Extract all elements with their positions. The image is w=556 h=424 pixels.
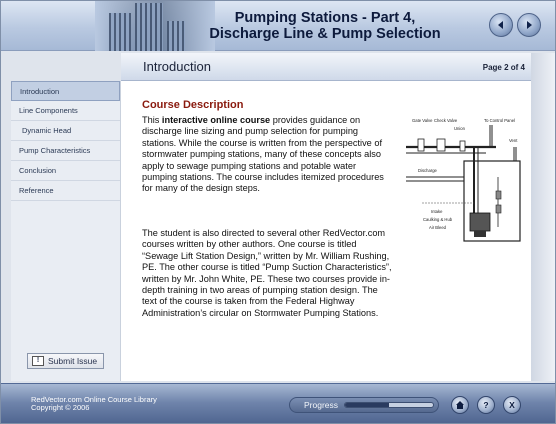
label-union: Union <box>454 126 466 131</box>
label-discharge: Discharge <box>418 168 438 173</box>
label-intake: Intake <box>431 209 443 214</box>
help-button[interactable]: ? <box>477 396 495 414</box>
sidebar-item-introduction[interactable]: Introduction <box>11 81 120 101</box>
footer-copyright: RedVector.com Online Course Library Copy… <box>31 396 157 412</box>
course-title-line2: Discharge Line & Pump Selection <box>209 26 441 42</box>
header: Pumping Stations - Part 4, Discharge Lin… <box>1 1 555 51</box>
footer: RedVector.com Online Course Library Copy… <box>1 383 555 423</box>
right-arrow-icon <box>527 21 532 29</box>
label-caulking: Caulking & Hub <box>423 217 453 222</box>
label-vent: Vent <box>509 138 518 143</box>
para1-bold: interactive online course <box>161 115 271 125</box>
description-paragraph-1: This interactive online course provides … <box>142 115 392 195</box>
sidebar: Introduction Line Components Dynamic Hea… <box>11 81 121 381</box>
pumping-station-diagram: Gate Valve Check Valve Union To Control … <box>406 118 521 242</box>
app-window: Pumping Stations - Part 4, Discharge Lin… <box>0 0 556 424</box>
label-gate-valve: Gate Valve <box>412 118 433 123</box>
home-button[interactable] <box>451 396 469 414</box>
sidebar-item-pump-characteristics[interactable]: Pump Characteristics <box>11 141 120 161</box>
label-check-valve: Check Valve <box>434 118 458 123</box>
course-title: Pumping Stations - Part 4, Discharge Lin… <box>191 10 459 42</box>
home-icon <box>456 401 464 409</box>
sidebar-item-reference[interactable]: Reference <box>11 181 120 201</box>
previous-page-button[interactable] <box>489 13 513 37</box>
course-description-heading: Course Description <box>142 99 244 111</box>
exit-button[interactable]: X <box>503 396 521 414</box>
para1-lead: This <box>142 115 162 125</box>
footer-line2: Copyright © 2006 <box>31 403 90 412</box>
label-air-bleed: Air Bleed <box>429 225 447 230</box>
label-control-panel: To Control Panel <box>484 118 515 123</box>
submit-issue-label: Submit Issue <box>48 356 98 366</box>
progress-track <box>344 402 435 408</box>
progress-label: Progress <box>304 400 339 410</box>
section-bar: Introduction Page 2 of 4 <box>121 53 531 81</box>
sidebar-item-line-components[interactable]: Line Components <box>11 101 120 121</box>
main-content: Course Description This interactive onli… <box>121 81 531 381</box>
right-edge-panel <box>531 53 555 381</box>
para1-rest: provides guidance on discharge line sizi… <box>142 115 384 194</box>
progress-indicator: Progress <box>289 397 439 413</box>
description-paragraph-2: The student is also directed to several … <box>142 228 392 318</box>
page-indicator: Page 2 of 4 <box>482 63 525 72</box>
sidebar-item-conclusion[interactable]: Conclusion <box>11 161 120 181</box>
progress-fill <box>345 403 390 407</box>
submit-issue-button[interactable]: ! Submit Issue <box>27 353 104 369</box>
sidebar-item-dynamic-head[interactable]: Dynamic Head <box>11 121 120 141</box>
course-title-line1: Pumping Stations - Part 4, <box>234 10 416 26</box>
section-title: Introduction <box>143 59 211 74</box>
left-arrow-icon <box>498 21 503 29</box>
alert-icon: ! <box>32 356 44 366</box>
next-page-button[interactable] <box>517 13 541 37</box>
